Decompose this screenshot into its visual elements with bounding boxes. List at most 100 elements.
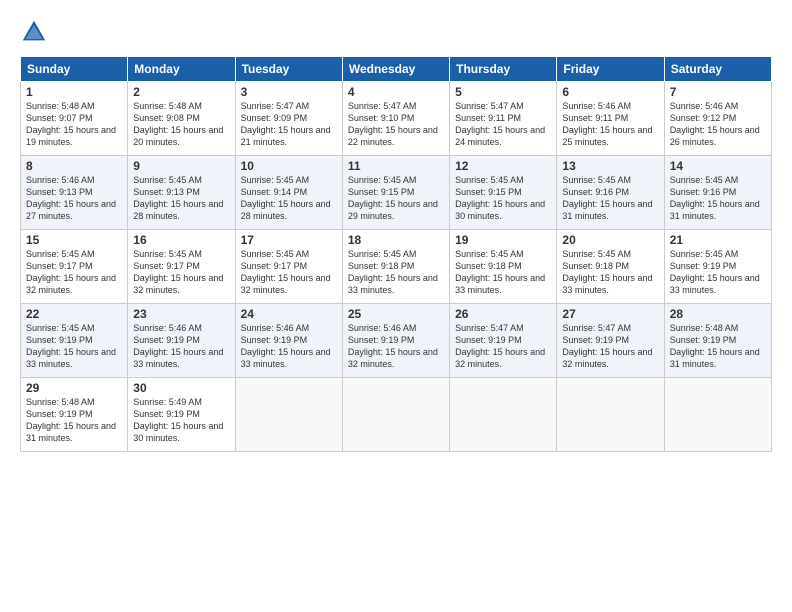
logo-icon — [20, 18, 48, 46]
day-cell: 28Sunrise: 5:48 AM Sunset: 9:19 PM Dayli… — [664, 304, 771, 378]
header-cell-saturday: Saturday — [664, 57, 771, 82]
day-number: 8 — [26, 159, 122, 173]
day-number: 22 — [26, 307, 122, 321]
day-info: Sunrise: 5:47 AM Sunset: 9:09 PM Dayligh… — [241, 100, 337, 149]
day-info: Sunrise: 5:47 AM Sunset: 9:19 PM Dayligh… — [562, 322, 658, 371]
header-cell-wednesday: Wednesday — [342, 57, 449, 82]
header-cell-friday: Friday — [557, 57, 664, 82]
day-cell: 3Sunrise: 5:47 AM Sunset: 9:09 PM Daylig… — [235, 82, 342, 156]
week-row-5: 29Sunrise: 5:48 AM Sunset: 9:19 PM Dayli… — [21, 378, 772, 452]
day-info: Sunrise: 5:46 AM Sunset: 9:13 PM Dayligh… — [26, 174, 122, 223]
day-info: Sunrise: 5:46 AM Sunset: 9:19 PM Dayligh… — [348, 322, 444, 371]
day-number: 4 — [348, 85, 444, 99]
day-cell: 5Sunrise: 5:47 AM Sunset: 9:11 PM Daylig… — [450, 82, 557, 156]
day-number: 23 — [133, 307, 229, 321]
day-cell: 21Sunrise: 5:45 AM Sunset: 9:19 PM Dayli… — [664, 230, 771, 304]
page: SundayMondayTuesdayWednesdayThursdayFrid… — [0, 0, 792, 612]
day-number: 16 — [133, 233, 229, 247]
day-number: 2 — [133, 85, 229, 99]
day-info: Sunrise: 5:46 AM Sunset: 9:12 PM Dayligh… — [670, 100, 766, 149]
day-info: Sunrise: 5:45 AM Sunset: 9:18 PM Dayligh… — [455, 248, 551, 297]
day-cell: 17Sunrise: 5:45 AM Sunset: 9:17 PM Dayli… — [235, 230, 342, 304]
day-number: 3 — [241, 85, 337, 99]
header-cell-tuesday: Tuesday — [235, 57, 342, 82]
day-cell: 2Sunrise: 5:48 AM Sunset: 9:08 PM Daylig… — [128, 82, 235, 156]
day-cell: 13Sunrise: 5:45 AM Sunset: 9:16 PM Dayli… — [557, 156, 664, 230]
day-info: Sunrise: 5:45 AM Sunset: 9:19 PM Dayligh… — [670, 248, 766, 297]
day-cell: 8Sunrise: 5:46 AM Sunset: 9:13 PM Daylig… — [21, 156, 128, 230]
day-cell: 15Sunrise: 5:45 AM Sunset: 9:17 PM Dayli… — [21, 230, 128, 304]
header-cell-sunday: Sunday — [21, 57, 128, 82]
day-number: 27 — [562, 307, 658, 321]
day-number: 28 — [670, 307, 766, 321]
day-cell: 16Sunrise: 5:45 AM Sunset: 9:17 PM Dayli… — [128, 230, 235, 304]
day-cell — [664, 378, 771, 452]
day-info: Sunrise: 5:45 AM Sunset: 9:17 PM Dayligh… — [241, 248, 337, 297]
day-cell: 30Sunrise: 5:49 AM Sunset: 9:19 PM Dayli… — [128, 378, 235, 452]
day-info: Sunrise: 5:45 AM Sunset: 9:16 PM Dayligh… — [562, 174, 658, 223]
day-number: 13 — [562, 159, 658, 173]
day-number: 20 — [562, 233, 658, 247]
header-cell-monday: Monday — [128, 57, 235, 82]
day-number: 15 — [26, 233, 122, 247]
day-number: 19 — [455, 233, 551, 247]
day-info: Sunrise: 5:48 AM Sunset: 9:19 PM Dayligh… — [26, 396, 122, 445]
week-row-3: 15Sunrise: 5:45 AM Sunset: 9:17 PM Dayli… — [21, 230, 772, 304]
day-cell: 24Sunrise: 5:46 AM Sunset: 9:19 PM Dayli… — [235, 304, 342, 378]
week-row-1: 1Sunrise: 5:48 AM Sunset: 9:07 PM Daylig… — [21, 82, 772, 156]
day-cell: 22Sunrise: 5:45 AM Sunset: 9:19 PM Dayli… — [21, 304, 128, 378]
day-info: Sunrise: 5:46 AM Sunset: 9:19 PM Dayligh… — [133, 322, 229, 371]
day-number: 6 — [562, 85, 658, 99]
header — [20, 18, 772, 46]
day-cell: 9Sunrise: 5:45 AM Sunset: 9:13 PM Daylig… — [128, 156, 235, 230]
day-info: Sunrise: 5:48 AM Sunset: 9:07 PM Dayligh… — [26, 100, 122, 149]
day-info: Sunrise: 5:46 AM Sunset: 9:19 PM Dayligh… — [241, 322, 337, 371]
day-info: Sunrise: 5:45 AM Sunset: 9:18 PM Dayligh… — [562, 248, 658, 297]
day-number: 29 — [26, 381, 122, 395]
day-cell: 19Sunrise: 5:45 AM Sunset: 9:18 PM Dayli… — [450, 230, 557, 304]
day-number: 14 — [670, 159, 766, 173]
week-row-4: 22Sunrise: 5:45 AM Sunset: 9:19 PM Dayli… — [21, 304, 772, 378]
day-cell — [557, 378, 664, 452]
day-cell: 18Sunrise: 5:45 AM Sunset: 9:18 PM Dayli… — [342, 230, 449, 304]
day-cell: 20Sunrise: 5:45 AM Sunset: 9:18 PM Dayli… — [557, 230, 664, 304]
day-cell: 4Sunrise: 5:47 AM Sunset: 9:10 PM Daylig… — [342, 82, 449, 156]
day-info: Sunrise: 5:48 AM Sunset: 9:08 PM Dayligh… — [133, 100, 229, 149]
day-info: Sunrise: 5:47 AM Sunset: 9:10 PM Dayligh… — [348, 100, 444, 149]
day-number: 10 — [241, 159, 337, 173]
day-info: Sunrise: 5:45 AM Sunset: 9:19 PM Dayligh… — [26, 322, 122, 371]
day-number: 5 — [455, 85, 551, 99]
day-info: Sunrise: 5:45 AM Sunset: 9:13 PM Dayligh… — [133, 174, 229, 223]
day-cell: 25Sunrise: 5:46 AM Sunset: 9:19 PM Dayli… — [342, 304, 449, 378]
day-cell: 12Sunrise: 5:45 AM Sunset: 9:15 PM Dayli… — [450, 156, 557, 230]
day-cell: 1Sunrise: 5:48 AM Sunset: 9:07 PM Daylig… — [21, 82, 128, 156]
header-cell-thursday: Thursday — [450, 57, 557, 82]
day-number: 17 — [241, 233, 337, 247]
day-cell: 26Sunrise: 5:47 AM Sunset: 9:19 PM Dayli… — [450, 304, 557, 378]
day-info: Sunrise: 5:47 AM Sunset: 9:19 PM Dayligh… — [455, 322, 551, 371]
week-row-2: 8Sunrise: 5:46 AM Sunset: 9:13 PM Daylig… — [21, 156, 772, 230]
day-cell: 27Sunrise: 5:47 AM Sunset: 9:19 PM Dayli… — [557, 304, 664, 378]
day-info: Sunrise: 5:46 AM Sunset: 9:11 PM Dayligh… — [562, 100, 658, 149]
day-number: 11 — [348, 159, 444, 173]
logo — [20, 18, 52, 46]
day-info: Sunrise: 5:45 AM Sunset: 9:18 PM Dayligh… — [348, 248, 444, 297]
day-cell: 23Sunrise: 5:46 AM Sunset: 9:19 PM Dayli… — [128, 304, 235, 378]
calendar-table: SundayMondayTuesdayWednesdayThursdayFrid… — [20, 56, 772, 452]
day-cell — [342, 378, 449, 452]
day-number: 12 — [455, 159, 551, 173]
day-number: 9 — [133, 159, 229, 173]
day-number: 21 — [670, 233, 766, 247]
day-info: Sunrise: 5:48 AM Sunset: 9:19 PM Dayligh… — [670, 322, 766, 371]
day-cell — [235, 378, 342, 452]
day-cell: 7Sunrise: 5:46 AM Sunset: 9:12 PM Daylig… — [664, 82, 771, 156]
day-info: Sunrise: 5:45 AM Sunset: 9:17 PM Dayligh… — [26, 248, 122, 297]
day-cell: 10Sunrise: 5:45 AM Sunset: 9:14 PM Dayli… — [235, 156, 342, 230]
day-info: Sunrise: 5:45 AM Sunset: 9:17 PM Dayligh… — [133, 248, 229, 297]
day-info: Sunrise: 5:45 AM Sunset: 9:15 PM Dayligh… — [455, 174, 551, 223]
header-row: SundayMondayTuesdayWednesdayThursdayFrid… — [21, 57, 772, 82]
day-number: 7 — [670, 85, 766, 99]
day-cell: 11Sunrise: 5:45 AM Sunset: 9:15 PM Dayli… — [342, 156, 449, 230]
day-info: Sunrise: 5:45 AM Sunset: 9:14 PM Dayligh… — [241, 174, 337, 223]
day-info: Sunrise: 5:47 AM Sunset: 9:11 PM Dayligh… — [455, 100, 551, 149]
